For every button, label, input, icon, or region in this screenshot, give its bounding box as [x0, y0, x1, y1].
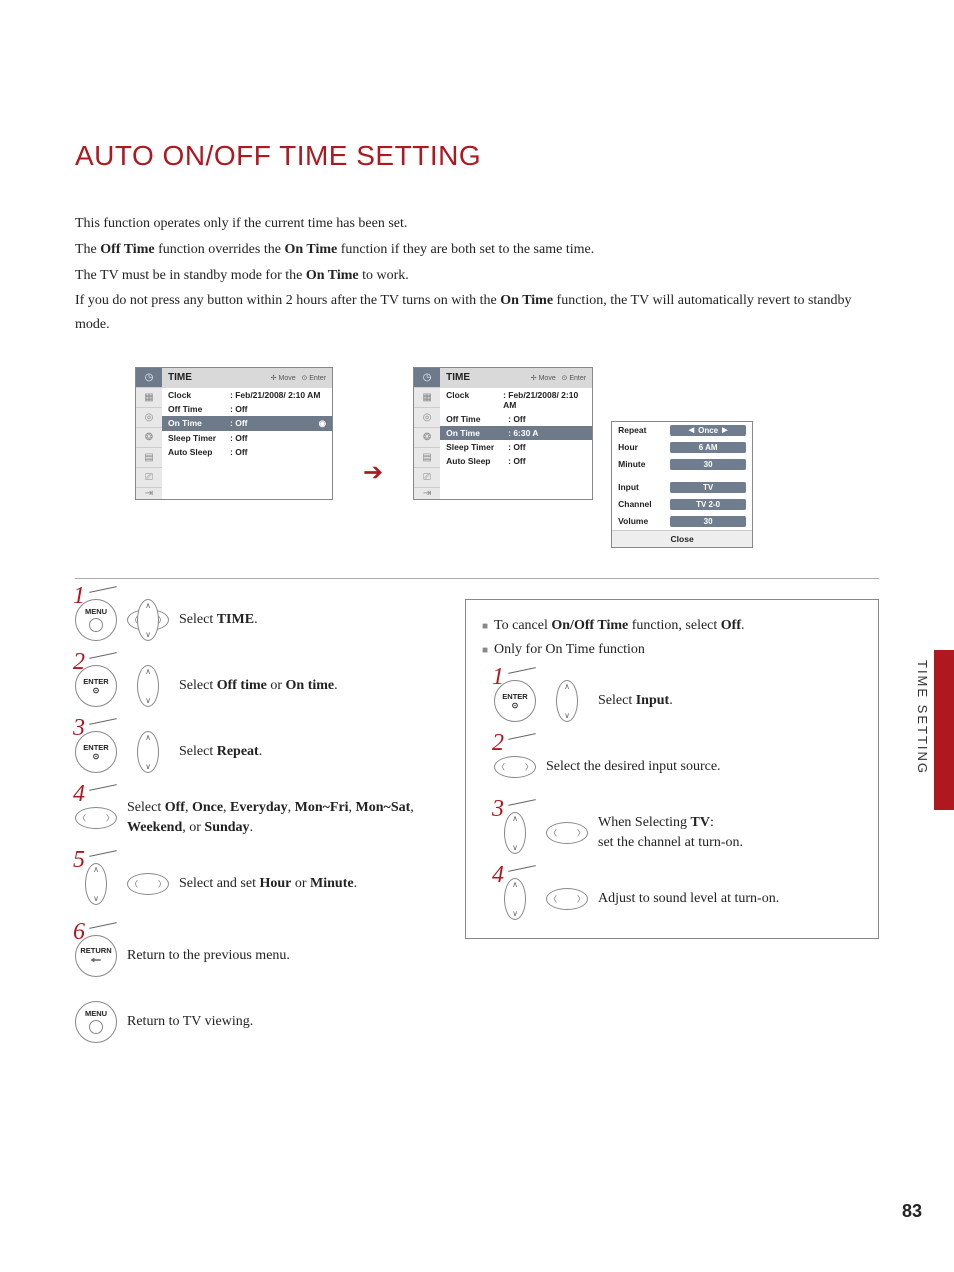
- input-icon: ⎚: [414, 468, 440, 488]
- osd-row-highlighted: On TimeOff◉: [162, 416, 332, 431]
- option-icon: ❂: [136, 428, 162, 448]
- sound-icon: ◎: [136, 408, 162, 428]
- arrow-icon: ➔: [363, 458, 383, 487]
- usb-icon: ⇥: [414, 488, 440, 499]
- menu-button-icon: MENU: [75, 1001, 117, 1043]
- picture-icon: ▦: [136, 388, 162, 408]
- osd-hint: ✢ Move ⊙ Enter: [531, 374, 586, 382]
- osd-title: TIME: [168, 372, 192, 383]
- lock-icon: ▤: [136, 448, 162, 468]
- nav-pad-icon: ∧∨〈〉: [127, 599, 169, 641]
- bullet-icon: ■: [482, 642, 488, 662]
- option-icon: ❂: [414, 428, 440, 448]
- step-menu-return: MENU Return to TV viewing.: [75, 1001, 455, 1043]
- section-label: TIME SETTING: [915, 660, 930, 775]
- intro-text: This function operates only if the curre…: [75, 212, 879, 337]
- step-3: 3 ENTER⊙ ∧∨ Select Repeat.: [75, 731, 455, 773]
- right-step-3: 3 ∧∨ 〈〉 When Selecting TV:set the channe…: [494, 812, 862, 854]
- usb-icon: ⇥: [136, 488, 162, 499]
- right-step-1: 1 ENTER⊙ ∧∨ Select Input.: [494, 680, 862, 722]
- page-title: AUTO ON/OFF TIME SETTING: [75, 140, 879, 172]
- sound-icon: ◎: [414, 408, 440, 428]
- nav-pad-vertical-icon: ∧∨: [546, 680, 588, 722]
- picture-icon: ▦: [414, 388, 440, 408]
- input-icon: ⎚: [136, 468, 162, 488]
- divider: [75, 578, 879, 579]
- step-6: 6 RETURN Return to the previous menu.: [75, 935, 455, 977]
- step-5: 5 ∧∨ 〈〉 Select and set Hour or Minute.: [75, 863, 455, 905]
- notes-box: ■To cancel On/Off Time function, select …: [465, 599, 879, 939]
- osd-menu-before: ◷ ▦ ◎ ❂ ▤ ⎚ ⇥ TIME ✢ Move ⊙ Enter ClockF…: [135, 367, 333, 500]
- osd-title: TIME: [446, 372, 470, 383]
- clock-icon: ◷: [136, 368, 162, 388]
- right-step-2: 2 〈〉 Select the desired input source.: [494, 746, 862, 788]
- right-step-4: 4 ∧∨ 〈〉 Adjust to sound level at turn-on…: [494, 878, 862, 920]
- lock-icon: ▤: [414, 448, 440, 468]
- nav-pad-vertical-icon: ∧∨: [127, 665, 169, 707]
- nav-pad-horizontal-icon: 〈〉: [546, 812, 588, 854]
- section-tab: [934, 650, 954, 810]
- nav-pad-horizontal-icon: 〈〉: [546, 878, 588, 920]
- step-4: 4 〈〉 Select Off, Once, Everyday, Mon~Fri…: [75, 797, 455, 839]
- osd-menu-after: ◷ ▦ ◎ ❂ ▤ ⎚ ⇥ TIME ✢ Move ⊙ Enter ClockF…: [413, 367, 593, 500]
- osd-submenu: Repeat◀Once▶ Hour6 AM Minute30 InputTV C…: [611, 421, 753, 548]
- step-1: 1 MENU ∧∨〈〉 Select TIME.: [75, 599, 455, 641]
- nav-pad-horizontal-icon: 〈〉: [127, 863, 169, 905]
- nav-pad-vertical-icon: ∧∨: [127, 731, 169, 773]
- page-number: 83: [902, 1201, 922, 1222]
- bullet-icon: ■: [482, 618, 488, 638]
- osd-hint: ✢ Move ⊙ Enter: [271, 374, 326, 382]
- step-2: 2 ENTER⊙ ∧∨ Select Off time or On time.: [75, 665, 455, 707]
- clock-icon: ◷: [414, 368, 440, 388]
- submenu-close: Close: [612, 530, 752, 547]
- osd-row-highlighted: On Time6:30 A: [440, 426, 592, 440]
